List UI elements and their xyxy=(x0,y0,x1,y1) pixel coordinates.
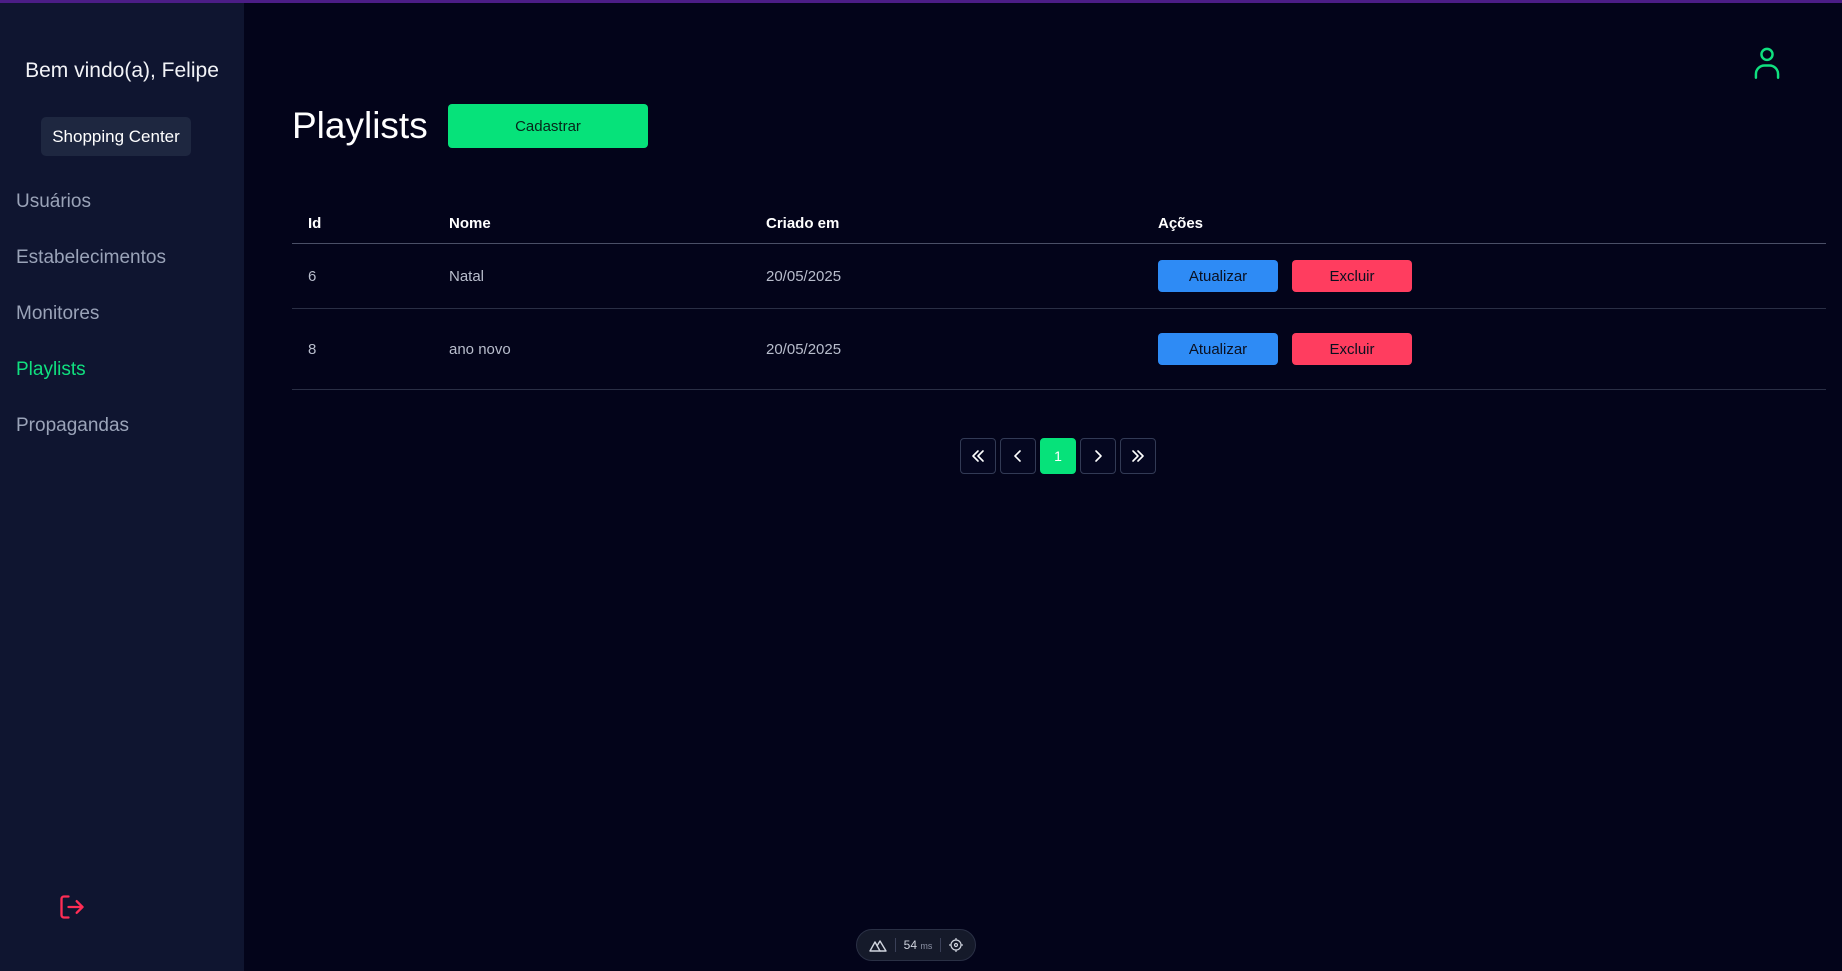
pagination: 1 xyxy=(960,438,1156,474)
table-header: Id Nome Criado em Ações xyxy=(292,203,1826,244)
playlists-table: Id Nome Criado em Ações 6 Natal 20/05/20… xyxy=(292,203,1826,390)
sidebar-item-playlists[interactable]: Playlists xyxy=(16,355,166,411)
last-page-button[interactable] xyxy=(1120,438,1156,474)
logout-icon[interactable] xyxy=(58,893,86,921)
sidebar-item-usuarios[interactable]: Usuários xyxy=(16,187,166,243)
main-content: Playlists Cadastrar Id Nome Criado em Aç… xyxy=(244,3,1842,971)
divider xyxy=(894,938,896,952)
update-button[interactable]: Atualizar xyxy=(1158,333,1278,365)
cell-actions: Atualizar Excluir xyxy=(1158,333,1826,365)
sidebar-nav: Usuários Estabelecimentos Monitores Play… xyxy=(16,187,166,467)
dev-toolbar[interactable]: 54 ms xyxy=(856,929,976,961)
page-button-current[interactable]: 1 xyxy=(1040,438,1076,474)
user-icon[interactable] xyxy=(1752,47,1782,79)
next-page-button[interactable] xyxy=(1080,438,1116,474)
crosshair-icon[interactable] xyxy=(949,938,964,952)
cell-created: 20/05/2025 xyxy=(766,340,842,358)
sidebar: Bem vindo(a), Felipe Shopping Center Usu… xyxy=(0,3,244,971)
create-button[interactable]: Cadastrar xyxy=(448,104,648,148)
welcome-text: Bem vindo(a), Felipe xyxy=(25,59,219,82)
cell-actions: Atualizar Excluir xyxy=(1158,260,1826,292)
double-chevron-left-icon xyxy=(972,450,984,462)
table-row: 6 Natal 20/05/2025 Atualizar Excluir xyxy=(292,244,1826,309)
page-title: Playlists xyxy=(292,105,428,146)
render-time: 54 ms xyxy=(903,938,933,952)
sidebar-item-propagandas[interactable]: Propagandas xyxy=(16,411,166,467)
chevron-left-icon xyxy=(1014,450,1021,462)
column-header-name: Nome xyxy=(449,214,491,232)
delete-button[interactable]: Excluir xyxy=(1292,333,1412,365)
update-button[interactable]: Atualizar xyxy=(1158,260,1278,292)
table-row: 8 ano novo 20/05/2025 Atualizar Excluir xyxy=(292,309,1826,390)
cell-name: ano novo xyxy=(449,340,511,358)
sidebar-item-monitores[interactable]: Monitores xyxy=(16,299,166,355)
sidebar-item-estabelecimentos[interactable]: Estabelecimentos xyxy=(16,243,166,299)
cell-id: 8 xyxy=(308,340,317,358)
establishment-badge[interactable]: Shopping Center xyxy=(41,117,191,156)
first-page-button[interactable] xyxy=(960,438,996,474)
previous-page-button[interactable] xyxy=(1000,438,1036,474)
column-header-id: Id xyxy=(308,214,322,232)
double-chevron-right-icon xyxy=(1132,450,1144,462)
delete-button[interactable]: Excluir xyxy=(1292,260,1412,292)
column-header-created: Criado em xyxy=(766,214,840,232)
column-header-actions: Ações xyxy=(1158,214,1204,232)
cell-name: Natal xyxy=(449,267,485,285)
cell-created: 20/05/2025 xyxy=(766,267,842,285)
divider xyxy=(940,938,942,952)
chevron-right-icon xyxy=(1095,450,1102,462)
nuxt-logo-icon xyxy=(868,940,887,952)
cell-id: 6 xyxy=(308,267,317,285)
